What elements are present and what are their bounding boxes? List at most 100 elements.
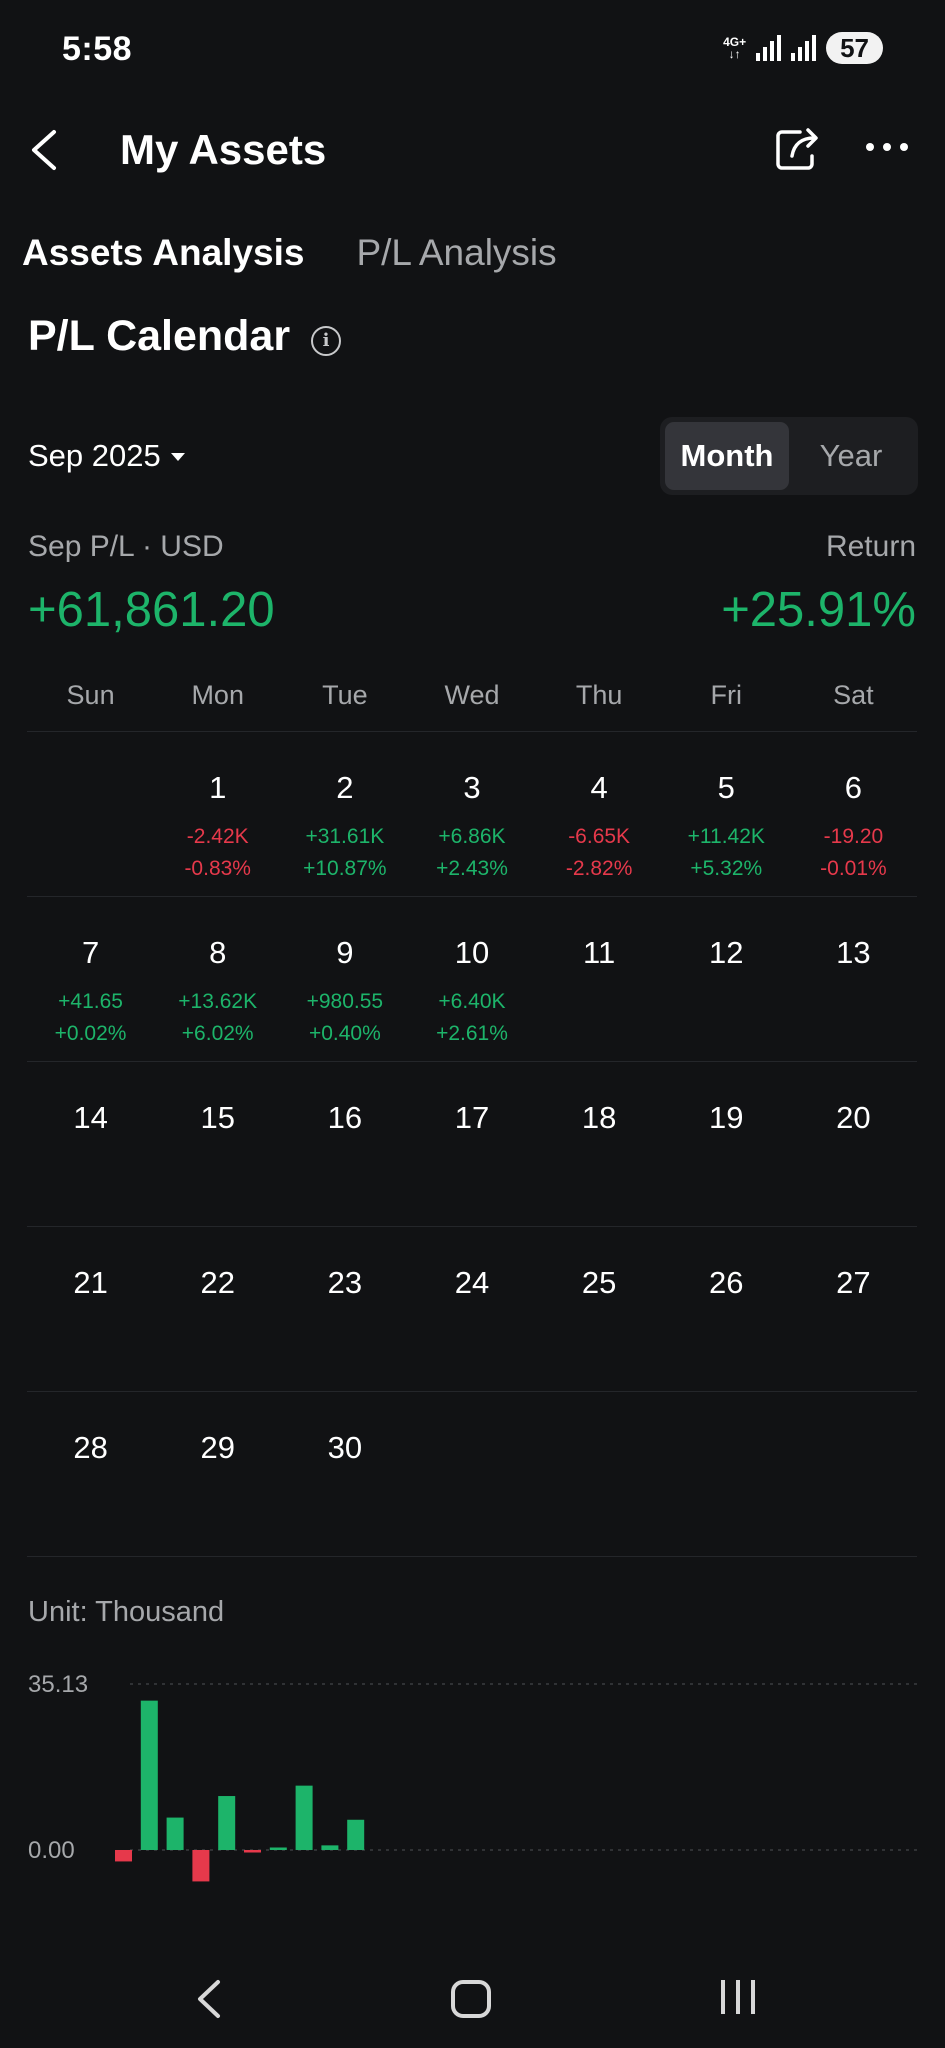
- day-number: 15: [200, 1100, 235, 1135]
- calendar-day-13[interactable]: 13: [790, 897, 917, 1061]
- day-number: 17: [454, 1100, 490, 1135]
- day-number: 30: [327, 1430, 363, 1465]
- nav-back-button[interactable]: [192, 1976, 228, 2022]
- day-pl-value: -19.20: [823, 825, 884, 848]
- pl-calendar: Sun Mon Tue Wed Thu Fri Sat 1 -2.42K -0.83…: [27, 670, 917, 1557]
- day-number: 20: [836, 1100, 871, 1135]
- day-pl-value: +13.62K: [178, 990, 258, 1013]
- info-icon[interactable]: i: [311, 326, 341, 356]
- calendar-day-25[interactable]: 25: [536, 1227, 663, 1391]
- more-button[interactable]: [866, 132, 914, 162]
- day-number: 26: [709, 1265, 744, 1300]
- calendar-day-5[interactable]: 5 +11.42K +5.32%: [663, 732, 790, 896]
- calendar-day-24[interactable]: 24: [408, 1227, 535, 1391]
- calendar-day-20[interactable]: 20: [790, 1062, 917, 1226]
- status-indicators: 4G+ ↓↑ 57: [723, 32, 883, 64]
- calendar-week-row: 28 29 30: [27, 1392, 917, 1557]
- calendar-day-1[interactable]: 1 -2.42K -0.83%: [154, 732, 281, 896]
- day-number: 18: [581, 1100, 617, 1135]
- bar-day-3[interactable]: [166, 1817, 184, 1850]
- day-pl-percent: +6.02%: [181, 1022, 254, 1045]
- toggle-year[interactable]: Year: [789, 422, 913, 490]
- day-number: 9: [336, 935, 354, 970]
- bar-day-5[interactable]: [218, 1796, 236, 1850]
- day-pl-value: +980.55: [306, 990, 384, 1013]
- day-number: 7: [81, 935, 100, 970]
- toggle-month[interactable]: Month: [665, 422, 789, 490]
- bar-day-8[interactable]: [295, 1785, 313, 1850]
- calendar-day-17[interactable]: 17: [408, 1062, 535, 1226]
- system-nav-bar: [0, 1940, 945, 2048]
- nav-home-icon[interactable]: [451, 1980, 491, 2018]
- calendar-day-12[interactable]: 12: [663, 897, 790, 1061]
- weekday-label: Fri: [710, 680, 743, 710]
- bar-day-6[interactable]: [244, 1850, 261, 1853]
- back-button[interactable]: [26, 120, 66, 180]
- day-number: 27: [836, 1265, 871, 1300]
- bar-day-1[interactable]: [115, 1850, 132, 1862]
- day-pl-value: -6.65K: [568, 825, 631, 848]
- bar-day-7[interactable]: [269, 1847, 287, 1851]
- caret-down-icon: [170, 453, 185, 461]
- calendar-day-9[interactable]: 9 +980.55 +0.40%: [281, 897, 408, 1061]
- calendar-day-2[interactable]: 2 +31.61K +10.87%: [281, 732, 408, 896]
- share-icon: [776, 128, 818, 170]
- calendar-day-22[interactable]: 22: [154, 1227, 281, 1391]
- weekday-header: Sun Mon Tue Wed Thu Fri Sat: [27, 670, 917, 732]
- day-number: [536, 1430, 663, 1470]
- calendar-day-3[interactable]: 3 +6.86K +2.43%: [408, 732, 535, 896]
- bar-day-9[interactable]: [321, 1845, 339, 1850]
- day-pl-value: +41.65: [58, 990, 123, 1013]
- day-pl-percent: +2.43%: [436, 857, 508, 880]
- calendar-week-row: 21 22 23 24 25 26 27: [27, 1227, 917, 1392]
- day-number: 3: [463, 770, 481, 805]
- calendar-day-19[interactable]: 19: [663, 1062, 790, 1226]
- calendar-day-16[interactable]: 16: [281, 1062, 408, 1226]
- day-number: 19: [709, 1100, 744, 1135]
- calendar-day-21[interactable]: 21: [27, 1227, 154, 1391]
- calendar-day-8[interactable]: 8 +13.62K +6.02%: [154, 897, 281, 1061]
- day-pl-percent: +0.02%: [54, 1022, 127, 1045]
- nav-recents-icon[interactable]: [718, 1980, 758, 2018]
- tab-pl-analysis[interactable]: P/L Analysis: [356, 232, 556, 292]
- calendar-day-15[interactable]: 15: [154, 1062, 281, 1226]
- status-time: 5:58: [62, 30, 133, 68]
- calendar-day-30[interactable]: 30: [281, 1392, 408, 1556]
- calendar-day-14[interactable]: 14: [27, 1062, 154, 1226]
- day-number: 13: [836, 935, 871, 970]
- calendar-day-18[interactable]: 18: [536, 1062, 663, 1226]
- bar-day-4[interactable]: [192, 1850, 210, 1882]
- analysis-tabs: Assets Analysis P/L Analysis: [21, 232, 557, 292]
- calendar-week-row: 14 15 16 17 18 19 20: [27, 1062, 917, 1227]
- share-button[interactable]: [772, 118, 824, 176]
- app-header: My Assets: [0, 110, 945, 190]
- day-number: 29: [200, 1430, 235, 1465]
- tab-assets-analysis[interactable]: Assets Analysis: [21, 232, 304, 292]
- day-pl-value: +6.40K: [438, 990, 506, 1013]
- calendar-day-11[interactable]: 11: [536, 897, 663, 1061]
- calendar-day-10[interactable]: 10 +6.40K +2.61%: [408, 897, 535, 1061]
- day-number: [408, 1430, 535, 1470]
- calendar-empty-cell: [536, 1392, 663, 1556]
- bar-day-2[interactable]: [140, 1700, 158, 1850]
- return-label: Return: [825, 530, 916, 563]
- day-pl-value: +6.86K: [438, 825, 506, 848]
- section-title: P/L Calendar: [28, 312, 291, 360]
- calendar-day-23[interactable]: 23: [281, 1227, 408, 1391]
- calendar-day-7[interactable]: 7 +41.65 +0.02%: [27, 897, 154, 1061]
- day-number: [790, 1430, 917, 1470]
- signal-strength-2-icon: [791, 35, 817, 61]
- month-selector[interactable]: Sep 2025: [28, 438, 185, 474]
- calendar-day-27[interactable]: 27: [790, 1227, 917, 1391]
- calendar-day-4[interactable]: 4 -6.65K -2.82%: [536, 732, 663, 896]
- return-value: +25.91%: [721, 583, 916, 637]
- chart-unit-label: Unit: Thousand: [28, 1596, 225, 1628]
- calendar-day-29[interactable]: 29: [154, 1392, 281, 1556]
- calendar-day-26[interactable]: 26: [663, 1227, 790, 1391]
- day-number: 24: [454, 1265, 490, 1300]
- calendar-day-28[interactable]: 28: [27, 1392, 154, 1556]
- bar-day-10[interactable]: [347, 1819, 365, 1850]
- tab-pl-analysis-label: P/L Analysis: [356, 232, 557, 273]
- day-number: [27, 770, 154, 810]
- calendar-day-6[interactable]: 6 -19.20 -0.01%: [790, 732, 917, 896]
